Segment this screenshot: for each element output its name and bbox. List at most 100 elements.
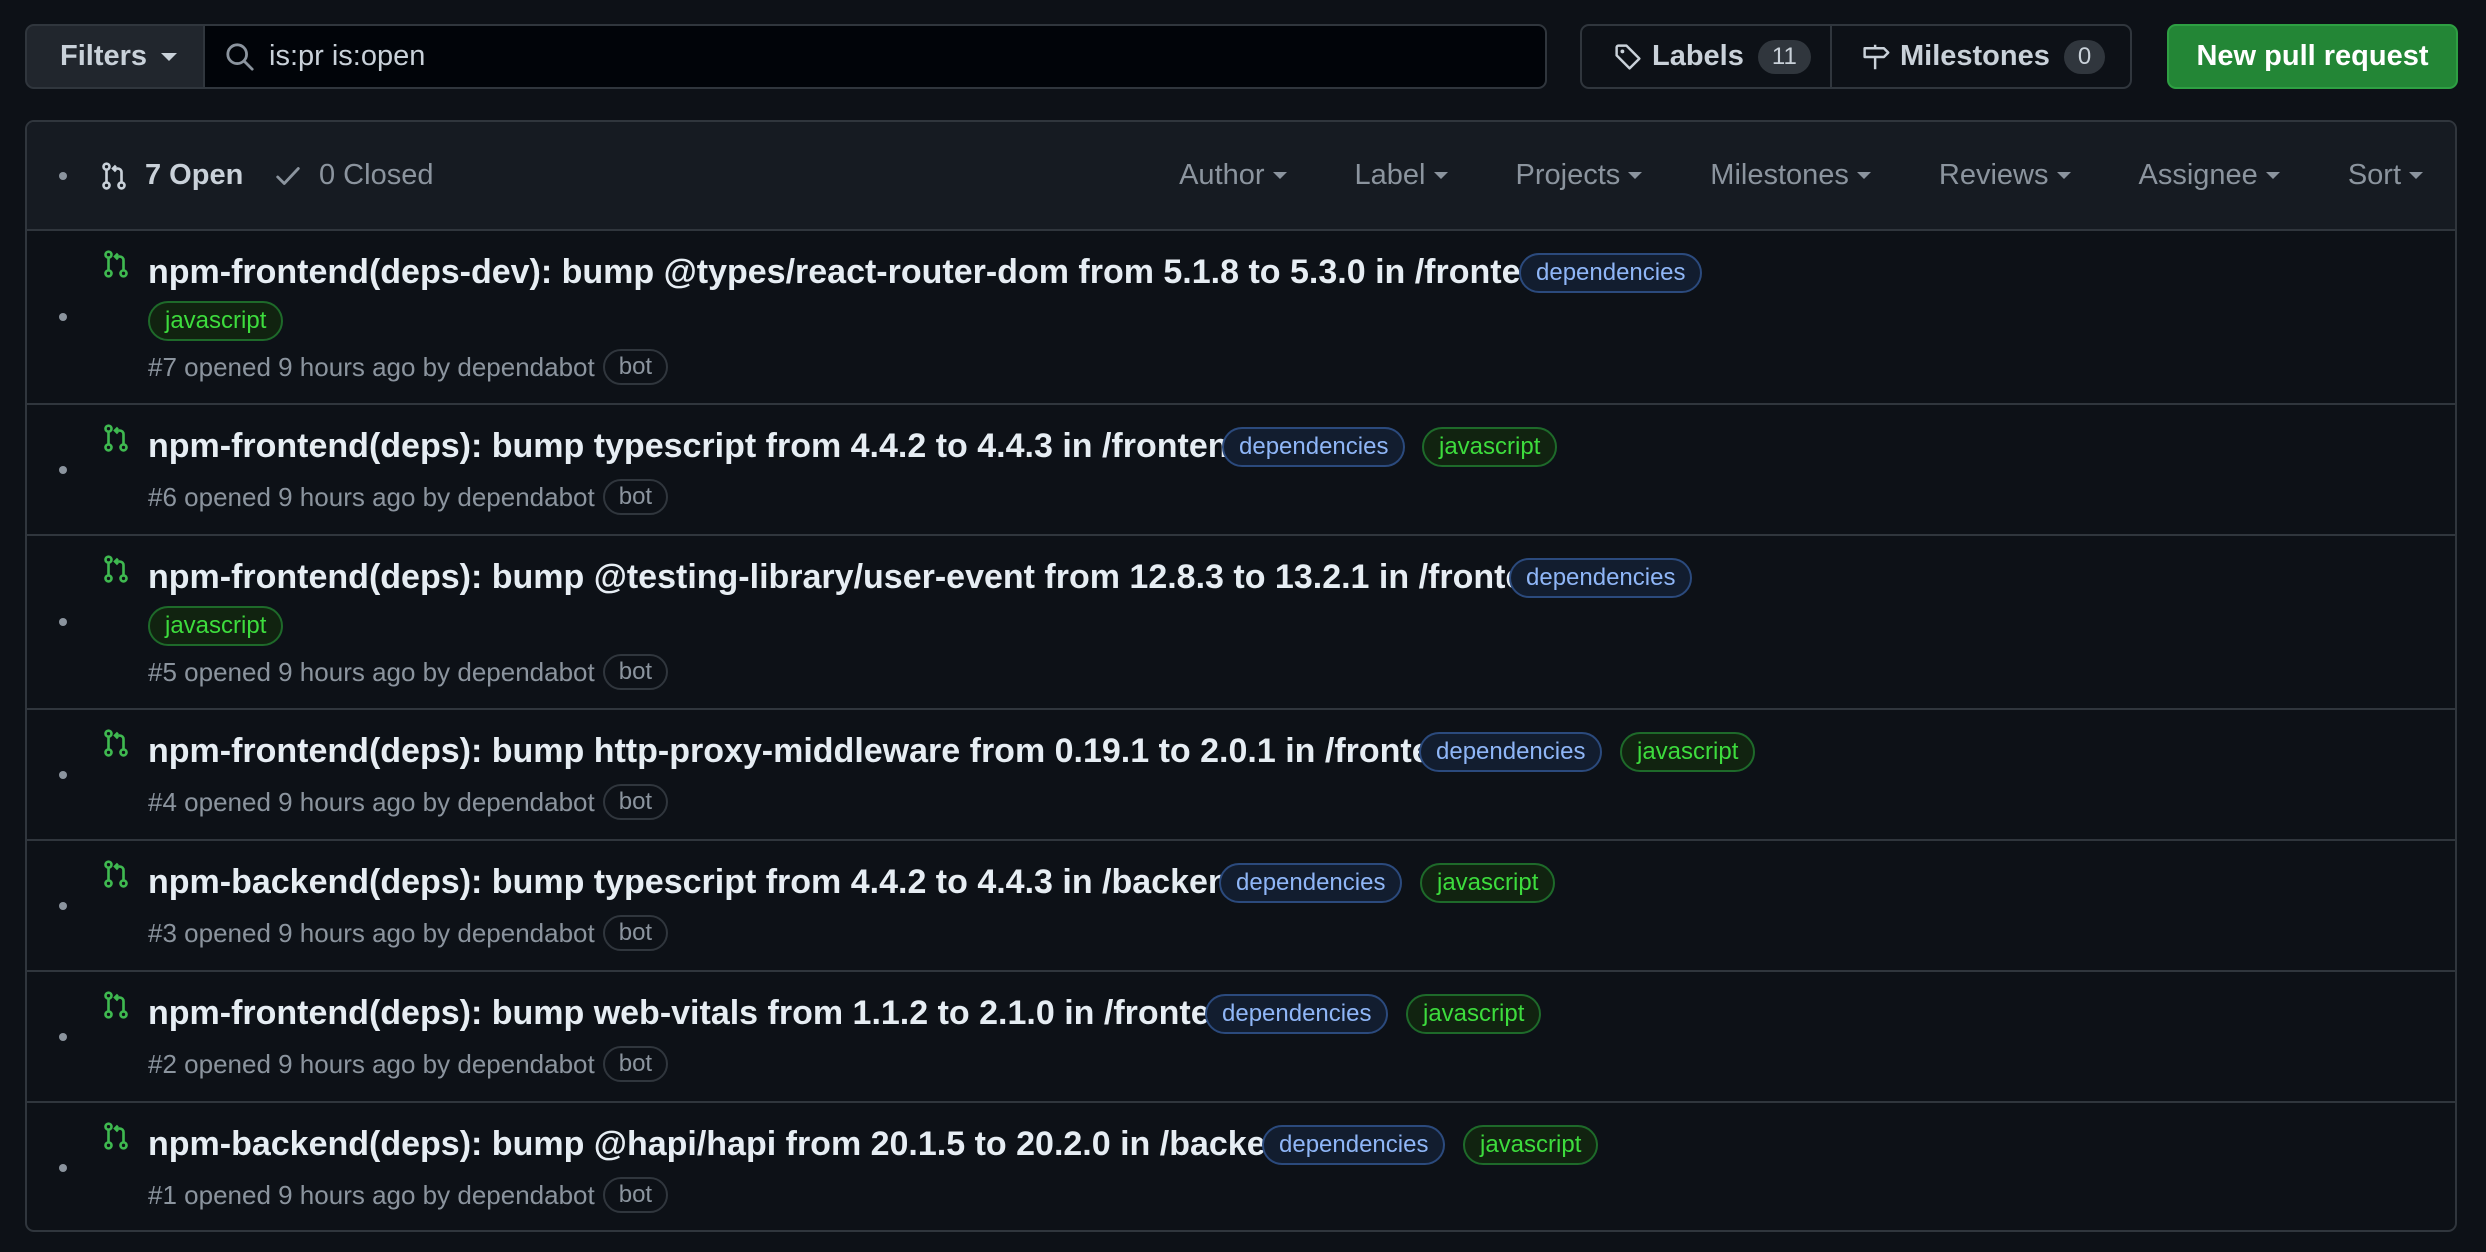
open-pull-request-icon — [104, 729, 128, 757]
pull-request-row: npm-frontend(deps): bump @testing-librar… — [27, 536, 2455, 710]
pull-request-meta-text: #6 opened 9 hours ago by dependabot — [148, 481, 595, 512]
list-filters: Author Label Projects Milestones Reviews… — [1179, 159, 2423, 192]
list-bullet — [59, 313, 67, 321]
open-pull-request-icon — [104, 1122, 128, 1150]
chevron-down-icon — [1856, 172, 1871, 179]
milestones-filter-label: Milestones — [1710, 159, 1849, 191]
pull-request-title-link[interactable]: npm-backend(deps): bump @hapi/hapi from … — [148, 1125, 1307, 1164]
new-pull-request-label: New pull request — [2196, 40, 2429, 72]
pull-request-title-link[interactable]: npm-frontend(deps-dev): bump @types/reac… — [148, 253, 1562, 292]
closed-filter-link[interactable]: 0 Closed — [273, 159, 433, 192]
milestones-label: Milestones — [1900, 40, 2050, 72]
bot-badge: bot — [602, 784, 669, 820]
label-javascript[interactable]: javascript — [1406, 994, 1542, 1034]
label-dependencies[interactable]: dependencies — [1509, 558, 1693, 598]
pull-request-title-link[interactable]: npm-frontend(deps): bump typescript from… — [148, 427, 1249, 466]
chevron-down-icon — [2056, 172, 2071, 179]
label-javascript[interactable]: javascript — [1422, 427, 1558, 467]
closed-count-label: 0 Closed — [319, 159, 434, 191]
label-filter-label: Label — [1354, 159, 1426, 191]
list-bullet — [59, 465, 67, 474]
pull-request-meta: #2 opened 9 hours ago by dependabot bot — [148, 1046, 669, 1082]
search-icon — [226, 42, 254, 71]
label-javascript[interactable]: javascript — [148, 606, 284, 646]
open-pull-request-icon — [104, 860, 128, 888]
label-filter[interactable]: Label — [1355, 159, 1448, 192]
labels-label: Labels — [1652, 40, 1744, 72]
pull-request-meta-text: #1 opened 9 hours ago by dependabot — [148, 1179, 595, 1210]
list-bullet — [59, 1032, 67, 1041]
milestones-filter[interactable]: Milestones — [1710, 159, 1871, 192]
pull-request-icon — [102, 161, 126, 190]
reviews-filter-label: Reviews — [1938, 159, 2049, 191]
bot-badge: bot — [602, 654, 669, 690]
open-pull-request-icon — [104, 424, 128, 452]
pull-request-meta: #7 opened 9 hours ago by dependabot bot — [148, 349, 669, 385]
bot-badge: bot — [602, 915, 669, 951]
open-count-label: 7 Open — [145, 159, 244, 191]
open-filter-link[interactable]: 7 Open — [99, 159, 243, 192]
pull-request-meta: #5 opened 9 hours ago by dependabot bot — [148, 654, 669, 690]
chevron-down-icon — [161, 52, 178, 61]
chevron-down-icon — [2409, 172, 2423, 179]
label-dependencies[interactable]: dependencies — [1519, 253, 1703, 293]
pull-request-meta-text: #2 opened 9 hours ago by dependabot — [148, 1048, 595, 1079]
chevron-down-icon — [1272, 172, 1287, 179]
top-toolbar: Filters Labels 11 Milestones 0 New pull … — [25, 24, 2458, 89]
bot-badge: bot — [602, 1046, 669, 1082]
check-icon — [276, 166, 300, 185]
labels-milestones-group: Labels 11 Milestones 0 — [1580, 24, 2132, 89]
open-pull-request-icon — [104, 991, 128, 1019]
assignee-filter-label: Assignee — [2138, 159, 2258, 191]
pull-request-row: npm-backend(deps): bump @hapi/hapi from … — [27, 1103, 2455, 1230]
open-pull-request-icon — [104, 250, 128, 278]
pull-request-meta: #1 opened 9 hours ago by dependabot bot — [148, 1177, 669, 1213]
pull-request-meta-text: #4 opened 9 hours ago by dependabot — [148, 786, 595, 817]
label-javascript[interactable]: javascript — [148, 301, 284, 341]
pull-request-title-link[interactable]: npm-frontend(deps): bump http-proxy-midd… — [148, 732, 1472, 771]
chevron-down-icon — [1628, 172, 1643, 179]
list-bullet — [59, 901, 67, 910]
bot-badge: bot — [602, 349, 669, 385]
label-dependencies[interactable]: dependencies — [1222, 427, 1406, 467]
pull-request-meta-text: #7 opened 9 hours ago by dependabot — [148, 351, 595, 382]
pull-request-title-link[interactable]: npm-backend(deps): bump typescript from … — [148, 863, 1249, 902]
sort-filter[interactable]: Sort — [2348, 159, 2423, 192]
pull-request-row: npm-frontend(deps-dev): bump @types/reac… — [27, 231, 2455, 405]
labels-count-badge: 11 — [1757, 39, 1811, 74]
chevron-down-icon — [2265, 172, 2280, 179]
assignee-filter[interactable]: Assignee — [2139, 159, 2280, 192]
pull-request-meta: #6 opened 9 hours ago by dependabot bot — [148, 479, 669, 515]
tag-icon — [1615, 43, 1641, 70]
pull-request-title-link[interactable]: npm-frontend(deps): bump @testing-librar… — [148, 558, 1566, 597]
label-dependencies[interactable]: dependencies — [1262, 1125, 1446, 1165]
pull-request-row: npm-backend(deps): bump typescript from … — [27, 841, 2455, 972]
label-dependencies[interactable]: dependencies — [1219, 863, 1403, 903]
search-field[interactable] — [203, 24, 1547, 89]
pull-request-title-link[interactable]: npm-frontend(deps): bump web-vitals from… — [148, 994, 1251, 1033]
search-input[interactable] — [269, 40, 1469, 73]
pull-request-row: npm-frontend(deps): bump typescript from… — [27, 405, 2455, 536]
label-javascript[interactable]: javascript — [1463, 1125, 1599, 1165]
new-pull-request-button[interactable]: New pull request — [2167, 24, 2458, 89]
label-dependencies[interactable]: dependencies — [1419, 732, 1603, 772]
filters-dropdown-button[interactable]: Filters — [25, 24, 205, 89]
labels-button[interactable]: Labels 11 — [1582, 26, 1832, 87]
milestone-icon — [1863, 44, 1890, 69]
pull-request-meta-text: #3 opened 9 hours ago by dependabot — [148, 917, 595, 948]
label-javascript[interactable]: javascript — [1620, 732, 1756, 772]
reviews-filter[interactable]: Reviews — [1939, 159, 2071, 192]
chevron-down-icon — [1433, 172, 1448, 179]
projects-filter[interactable]: Projects — [1516, 159, 1643, 192]
label-javascript[interactable]: javascript — [1420, 863, 1556, 903]
milestones-button[interactable]: Milestones 0 — [1832, 26, 2130, 87]
label-dependencies[interactable]: dependencies — [1205, 994, 1389, 1034]
filters-label: Filters — [60, 40, 148, 72]
list-header: 7 Open 0 Closed Author Label Projects Mi… — [27, 122, 2455, 231]
pull-request-meta: #3 opened 9 hours ago by dependabot bot — [148, 915, 669, 951]
list-bullet — [59, 770, 67, 779]
pull-request-list: 7 Open 0 Closed Author Label Projects Mi… — [25, 120, 2457, 1232]
list-bullet — [59, 171, 67, 180]
author-filter[interactable]: Author — [1179, 159, 1287, 192]
milestones-count-badge: 0 — [2063, 39, 2106, 74]
